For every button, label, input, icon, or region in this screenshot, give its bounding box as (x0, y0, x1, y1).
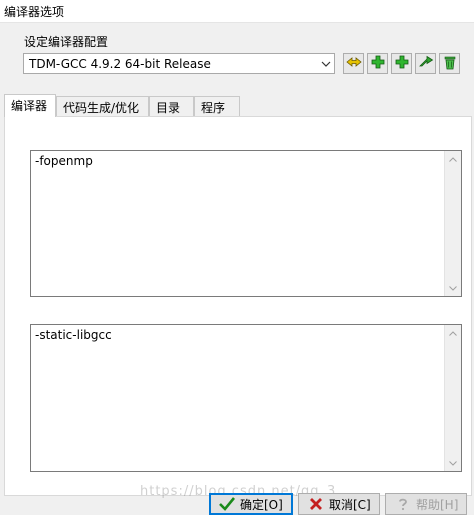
cancel-button-label: 取消[C] (329, 497, 371, 512)
compiler-set-select[interactable]: TDM-GCC 4.9.2 64-bit Release (23, 53, 335, 74)
linker-commands-scrollbar[interactable] (444, 325, 461, 471)
tab-compiler[interactable]: 编译器 (4, 94, 56, 117)
ok-button[interactable]: 确定[O] (209, 493, 293, 515)
compile-commands-textarea[interactable]: -fopenmp (30, 150, 462, 297)
delete-icon (443, 55, 457, 73)
tab-strip: 编译器 代码生成/优化 目录 程序 (4, 94, 470, 117)
linker-commands-text: -static-libgcc (35, 328, 112, 342)
help-button[interactable]: 帮助[H] (385, 493, 467, 515)
compiler-set-value: TDM-GCC 4.9.2 64-bit Release (29, 57, 211, 71)
find-compilers-button[interactable] (415, 53, 436, 74)
close-icon (307, 495, 325, 513)
rename-compiler-set-button[interactable] (343, 53, 364, 74)
compile-commands-scrollbar[interactable] (444, 151, 461, 296)
scroll-up-icon[interactable] (445, 325, 461, 341)
help-button-label: 帮助[H] (416, 497, 459, 512)
help-icon (394, 495, 412, 513)
rename-icon (345, 55, 362, 72)
delete-compiler-set-button[interactable] (439, 53, 460, 74)
compiler-tab-panel: -fopenmp -static-libgcc (4, 116, 472, 496)
compile-commands-text: -fopenmp (35, 154, 93, 168)
cancel-button[interactable]: 取消[C] (298, 493, 380, 515)
checkmark-icon (218, 495, 236, 513)
window-title: 编译器选项 (4, 5, 65, 19)
scroll-down-icon[interactable] (445, 455, 461, 471)
compiler-set-label: 设定编译器配置 (24, 35, 109, 49)
find-icon (418, 55, 434, 72)
add-from-folder-icon (395, 55, 409, 72)
tab-programs[interactable]: 程序 (194, 96, 240, 116)
add-from-folder-button[interactable] (391, 53, 412, 74)
add-compiler-set-button[interactable] (367, 53, 388, 74)
add-icon (371, 55, 385, 72)
title-bar: 编译器选项 (0, 0, 474, 23)
ok-button-label: 确定[O] (240, 497, 283, 512)
chevron-down-icon[interactable] (317, 54, 334, 73)
tab-code-generation[interactable]: 代码生成/优化 (56, 96, 149, 116)
linker-commands-textarea[interactable]: -static-libgcc (30, 324, 462, 472)
scroll-up-icon[interactable] (445, 151, 461, 167)
scroll-down-icon[interactable] (445, 280, 461, 296)
tab-directories[interactable]: 目录 (149, 96, 194, 116)
